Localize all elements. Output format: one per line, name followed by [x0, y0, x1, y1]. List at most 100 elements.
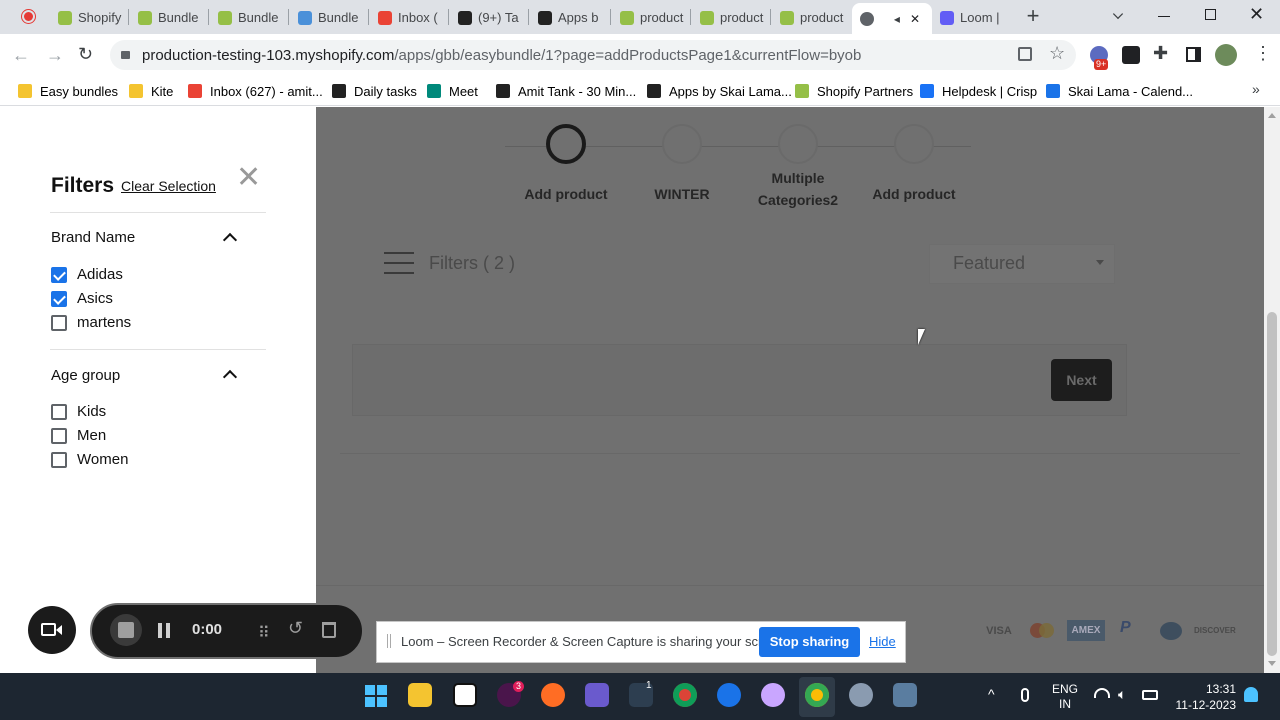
pause-icon[interactable] [158, 623, 170, 638]
scroll-up-arrow-icon[interactable] [1268, 113, 1276, 118]
browser-tab[interactable]: (9+) Ta [450, 5, 528, 30]
step-label: WINTER [654, 186, 710, 202]
step-icon[interactable] [662, 124, 702, 164]
filters-toggle-button[interactable]: Filters ( 2 ) [429, 253, 515, 274]
bookmark-item[interactable]: Apps by Skai Lama... [647, 81, 792, 101]
hide-link[interactable]: Hide [869, 634, 896, 649]
tab-separator [690, 9, 691, 25]
bookmark-label: Helpdesk | Crisp [942, 83, 1038, 99]
bookmark-item[interactable]: Daily tasks [332, 81, 417, 101]
minimize-button[interactable] [1158, 16, 1170, 17]
checkbox-asics[interactable] [51, 291, 67, 307]
bookmark-item[interactable]: Meet [427, 81, 478, 101]
close-window-button[interactable]: ✕ [1249, 4, 1264, 25]
step-icon[interactable] [778, 124, 818, 164]
chrome-profile-icon[interactable] [805, 683, 829, 707]
option-label: Asics [77, 290, 113, 307]
close-tab-icon[interactable]: ✕ [910, 12, 920, 26]
browser-tab[interactable]: product [612, 5, 690, 30]
step-icon-current[interactable] [546, 124, 586, 164]
bookmark-icon [129, 84, 143, 98]
checkbox-martens[interactable] [51, 315, 67, 331]
wifi-icon[interactable] [1094, 688, 1110, 698]
browser-tab[interactable]: Bundle [290, 5, 368, 30]
tab-favicon-icon [780, 10, 794, 25]
reload-button[interactable]: ↻ [78, 44, 93, 65]
browser-tab[interactable]: Bundle [210, 5, 288, 30]
chat-icon[interactable] [717, 683, 741, 707]
forward-button[interactable]: → [46, 45, 64, 66]
checkbox-adidas[interactable] [51, 267, 67, 283]
bookmarks-more-icon[interactable]: » [1252, 81, 1260, 97]
tab-favicon-icon [58, 10, 72, 25]
microphone-icon[interactable] [1021, 688, 1029, 702]
bookmark-star-icon[interactable]: ☆ [1049, 43, 1065, 64]
tray-chevron-icon[interactable]: ^ [988, 686, 995, 702]
file-explorer-icon[interactable] [408, 683, 432, 707]
browser-tab[interactable]: Loom | [932, 5, 1010, 30]
mute-tab-icon[interactable]: ◂ [894, 12, 900, 26]
battery-icon[interactable] [1142, 690, 1158, 700]
sublime-icon[interactable] [541, 683, 565, 707]
chrome-icon[interactable] [673, 683, 697, 707]
browser-tab[interactable]: product [692, 5, 770, 30]
browser-tab[interactable]: Inbox ( [370, 5, 448, 30]
drag-handle-icon[interactable]: ⠿ [258, 623, 270, 643]
browser-tab[interactable]: Apps b [530, 5, 608, 30]
restart-icon[interactable]: ↺ [288, 618, 303, 639]
back-button[interactable]: ← [12, 45, 30, 66]
menu-kebab-icon[interactable]: ⋮ [1254, 44, 1272, 62]
scrollbar-thumb[interactable] [1267, 312, 1277, 656]
restore-button[interactable] [1205, 9, 1216, 20]
scroll-down-arrow-icon[interactable] [1268, 661, 1276, 666]
new-tab-button[interactable]: + [1022, 5, 1044, 28]
bookmark-item[interactable]: Easy bundles [18, 81, 118, 101]
avatar[interactable] [1215, 44, 1237, 66]
sort-caret-icon [1096, 260, 1104, 265]
bookmark-item[interactable]: Inbox (627) - amit... [188, 81, 323, 101]
next-button[interactable]: Next [1051, 359, 1112, 401]
browser-tab[interactable]: product [772, 5, 850, 30]
browser-tab[interactable]: Bundle [130, 5, 208, 30]
browser-tab[interactable]: Shopify [50, 5, 128, 30]
bookmark-item[interactable]: Shopify Partners [795, 81, 913, 101]
stop-icon [118, 622, 134, 638]
checkbox-men[interactable] [51, 428, 67, 444]
notion-icon[interactable] [453, 683, 477, 707]
tab-favicon-icon [538, 10, 552, 25]
bookmark-item[interactable]: Skai Lama - Calend... [1046, 81, 1193, 101]
tab-label: Bundle [318, 10, 359, 25]
trash-icon[interactable] [322, 622, 336, 638]
puzzle-icon[interactable]: ✚ [1153, 43, 1168, 64]
checkbox-women[interactable] [51, 452, 67, 468]
paint-icon[interactable] [585, 683, 609, 707]
amex-icon: AMEX [1067, 620, 1105, 641]
stop-sharing-button[interactable]: Stop sharing [759, 627, 860, 657]
tab-separator [368, 9, 369, 25]
start-button-icon[interactable] [365, 685, 387, 707]
clear-selection-link[interactable]: Clear Selection [121, 178, 216, 194]
bookmark-item[interactable]: Kite [129, 81, 173, 101]
step-icon[interactable] [894, 124, 934, 164]
tab-separator [208, 9, 209, 25]
language-indicator[interactable]: ENG IN [1052, 682, 1078, 712]
checkbox-kids[interactable] [51, 404, 67, 420]
calculator-icon[interactable] [893, 683, 917, 707]
bookmark-item[interactable]: Helpdesk | Crisp [920, 81, 1037, 101]
filter-group-title-age[interactable]: Age group [51, 367, 120, 384]
filter-group-title-brand[interactable]: Brand Name [51, 229, 135, 246]
bookmark-item[interactable]: Amit Tank - 30 Min... [496, 81, 636, 101]
notification-bell-icon[interactable] [1244, 687, 1258, 702]
clock[interactable]: 13:31 11-12-2023 [1170, 681, 1237, 713]
tab-separator [448, 9, 449, 25]
banner-drag-icon[interactable] [387, 634, 391, 648]
settings-icon[interactable] [849, 683, 873, 707]
close-filters-button[interactable]: ✕ [236, 163, 261, 193]
loom-extension-icon[interactable] [1122, 46, 1140, 64]
side-panel-icon[interactable] [1186, 47, 1201, 62]
browser-tab[interactable]: ◂ ✕ [852, 3, 932, 34]
tab-favicon-icon [378, 10, 392, 25]
arc-icon[interactable] [761, 683, 785, 707]
volume-icon[interactable]: 🔈︎ [1118, 686, 1126, 703]
share-icon[interactable] [1018, 47, 1032, 61]
